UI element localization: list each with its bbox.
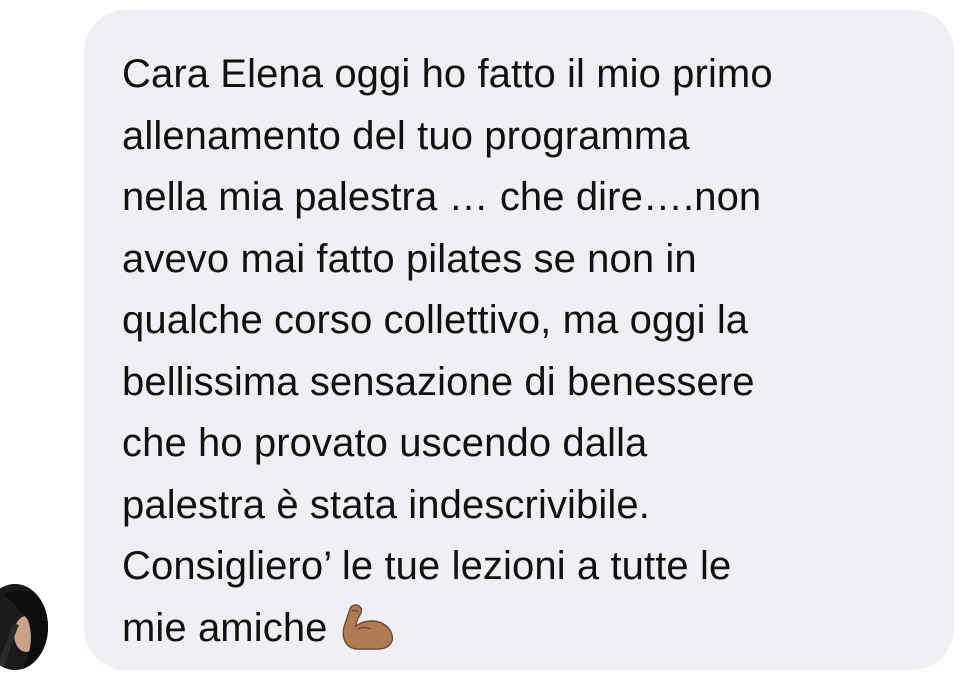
message-line: bellissima sensazione di benessere <box>122 359 755 404</box>
chat-screen: Cara Elena oggi ho fatto il mio primo al… <box>0 0 963 673</box>
message-line: qualche corso collettivo, ma oggi la <box>122 298 749 342</box>
message-bubble[interactable]: Cara Elena oggi ho fatto il mio primo al… <box>84 10 954 670</box>
message-line: allenamento del tuo programma <box>122 113 690 158</box>
message-line-text: mie amiche <box>122 605 328 650</box>
message-line: nella mia palestra … che dire….non <box>122 175 762 219</box>
message-line: che ho provato uscendo dalla <box>122 421 648 465</box>
message-line: Consigliero’ le tue lezioni a tutte le <box>122 544 732 588</box>
message-line-last: mie amiche <box>122 598 924 660</box>
message-line: Cara Elena oggi ho fatto il mio primo <box>122 52 773 96</box>
flexed-biceps-icon-graphic <box>342 603 393 650</box>
flexed-biceps-icon <box>338 603 394 651</box>
avatar-photo <box>0 584 48 670</box>
sender-avatar[interactable] <box>0 584 48 670</box>
message-line: avevo mai fatto pilates se non in <box>122 236 697 281</box>
message-line: palestra è stata indescrivibile. <box>122 482 650 527</box>
